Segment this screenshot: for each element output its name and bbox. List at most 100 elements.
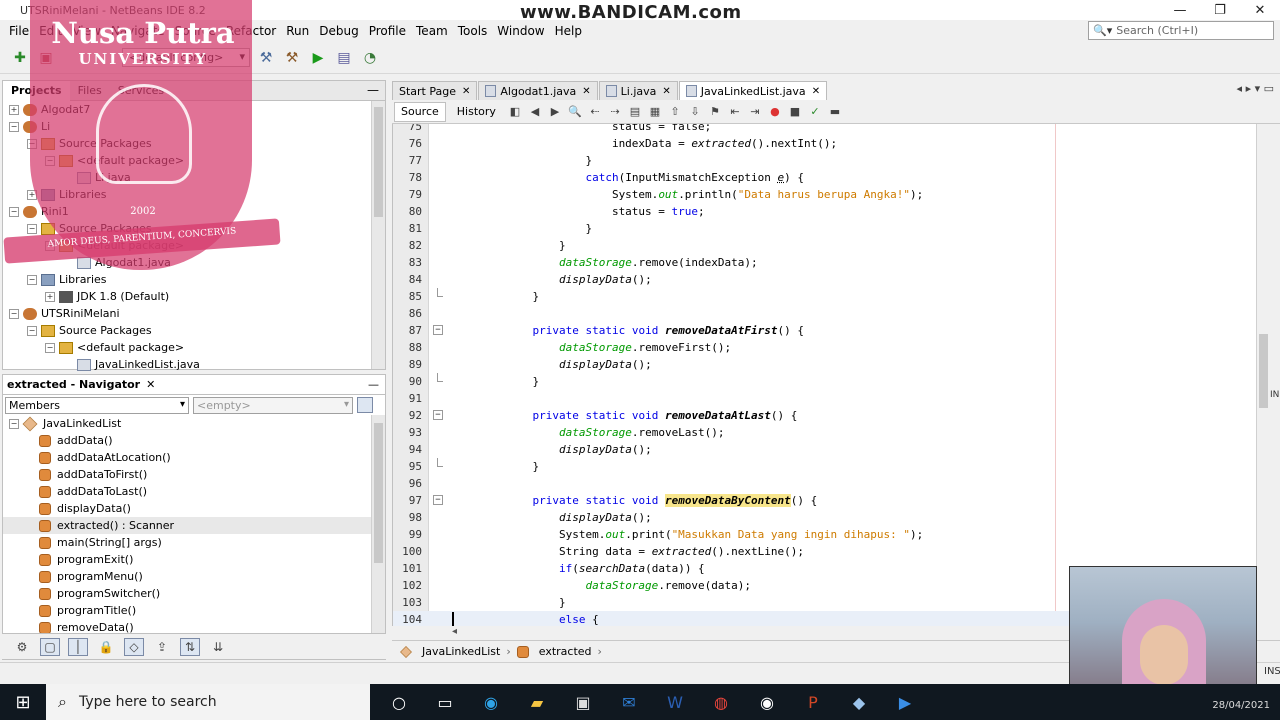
menu-team[interactable]: Team — [411, 24, 453, 38]
run-icon[interactable]: ▶ — [308, 48, 328, 68]
navigator-options-icon[interactable] — [357, 397, 373, 413]
breadcrumb-method[interactable]: extracted — [539, 645, 592, 658]
tree-item[interactable]: − <default package> — [3, 237, 385, 254]
collapse-icon[interactable]: − — [27, 274, 37, 285]
close-tab-icon[interactable]: ✕ — [662, 86, 670, 97]
maximize-button[interactable]: ❐ — [1200, 0, 1240, 20]
navigator-member[interactable]: extracted() : Scanner — [3, 517, 385, 534]
navigator-scrollbar[interactable] — [371, 415, 385, 633]
tab-start-page[interactable]: Start Page ✕ — [392, 81, 478, 100]
start-macro-icon[interactable]: ● — [767, 104, 783, 120]
minimize-button[interactable]: — — [1160, 0, 1200, 20]
next-bookmark-icon[interactable]: ⇩ — [687, 104, 703, 120]
menu-profile[interactable]: Profile — [364, 24, 411, 38]
code-line[interactable]: 78 catch(InputMismatchException e) { — [393, 169, 1266, 186]
mail-icon[interactable]: ✉ — [606, 684, 652, 720]
fold-toggle-icon[interactable]: − — [433, 495, 443, 505]
cortana-icon[interactable]: ○ — [376, 684, 422, 720]
tree-item[interactable]: − Libraries — [3, 271, 385, 288]
menu-view[interactable]: View — [67, 24, 105, 38]
code-line[interactable]: 97 − private static void removeDataByCont… — [393, 492, 1266, 509]
sort-by-source-icon[interactable]: ⇪ — [152, 638, 172, 656]
code-line[interactable]: 92 − private static void removeDataAtLast… — [393, 407, 1266, 424]
windows-start-icon[interactable]: ⊞ — [0, 684, 46, 720]
tree-item[interactable]: − UTSRiniMelani — [3, 305, 385, 322]
tab-projects[interactable]: Projects — [3, 80, 70, 101]
breadcrumb-class[interactable]: JavaLinkedList — [422, 645, 500, 658]
collapse-icon[interactable]: − — [27, 223, 37, 234]
menu-window[interactable]: Window — [492, 24, 549, 38]
code-line[interactable]: 98 displayData(); — [393, 509, 1266, 526]
code-line[interactable]: 79 System.out.println("Data harus berupa… — [393, 186, 1266, 203]
inherited-filter-icon[interactable]: │ — [68, 637, 88, 656]
navigator-member[interactable]: programTitle() — [3, 602, 385, 619]
collapse-icon[interactable]: − — [45, 240, 55, 251]
navigator-member[interactable]: programSwitcher() — [3, 585, 385, 602]
members-filter-icon[interactable]: ◇ — [124, 637, 144, 656]
collapse-icon[interactable]: − — [9, 206, 19, 217]
taskbar-search-input[interactable]: ⌕ Type here to search — [46, 684, 370, 720]
tree-item[interactable]: − <default package> — [3, 152, 385, 169]
tree-item[interactable]: − Source Packages — [3, 220, 385, 237]
last-edit-icon[interactable]: ◧ — [507, 104, 523, 120]
navigator-minimize-icon[interactable]: — — [368, 378, 379, 391]
code-line[interactable]: 88 dataStorage.removeFirst(); — [393, 339, 1266, 356]
navigator-member[interactable]: programMenu() — [3, 568, 385, 585]
close-tab-icon[interactable]: ✕ — [582, 86, 590, 97]
code-line[interactable]: 83 dataStorage.remove(indexData); — [393, 254, 1266, 271]
menu-source[interactable]: Source — [170, 24, 221, 38]
tree-item[interactable]: − <default package> — [3, 339, 385, 356]
edge-icon[interactable]: ◉ — [468, 684, 514, 720]
code-line[interactable]: 96 — [393, 475, 1266, 492]
clean-build-icon[interactable]: ⚒ — [282, 48, 302, 68]
code-line[interactable]: 99 System.out.print("Masukkan Data yang … — [393, 526, 1266, 543]
previous-bookmark-icon[interactable]: ⇧ — [667, 104, 683, 120]
fields-filter-icon[interactable]: ⚙ — [12, 638, 32, 656]
sort-alpha-icon[interactable]: ⇊ — [208, 638, 228, 656]
toggle-rect-select-icon[interactable]: ▦ — [647, 104, 663, 120]
close-button[interactable]: ✕ — [1240, 0, 1280, 20]
new-project-icon[interactable]: ▣ — [36, 48, 56, 68]
code-line[interactable]: 94 displayData(); — [393, 441, 1266, 458]
store-icon[interactable]: ▣ — [560, 684, 606, 720]
code-line[interactable]: 85 } — [393, 288, 1266, 305]
fold-toggle-icon[interactable]: − — [433, 410, 443, 420]
profile-icon[interactable]: ◔ — [360, 48, 380, 68]
navigator-member[interactable]: addDataAtLocation() — [3, 449, 385, 466]
tree-item[interactable]: Li.java — [3, 169, 385, 186]
collapse-icon[interactable]: − — [9, 121, 19, 132]
powerpoint-icon[interactable]: P — [790, 684, 836, 720]
collapse-icon[interactable]: − — [9, 308, 19, 319]
expand-icon[interactable]: + — [9, 104, 19, 115]
toggle-bookmark-icon[interactable]: ⚑ — [707, 104, 723, 120]
word-icon[interactable]: W — [652, 684, 698, 720]
code-line[interactable]: 93 dataStorage.removeLast(); — [393, 424, 1266, 441]
file-explorer-icon[interactable]: ▰ — [514, 684, 560, 720]
expand-icon[interactable]: + — [27, 189, 37, 200]
code-editor[interactable]: 75 status = false; 76 indexData = extract… — [392, 124, 1266, 626]
source-view-button[interactable]: Source — [394, 101, 446, 122]
task-view-icon[interactable]: ▭ — [422, 684, 468, 720]
close-tab-icon[interactable]: ✕ — [462, 86, 470, 97]
code-line[interactable]: 87 − private static void removeDataAtFirs… — [393, 322, 1266, 339]
menu-edit[interactable]: Edit — [34, 24, 67, 38]
menu-refactor[interactable]: Refactor — [221, 24, 281, 38]
back-icon[interactable]: ◀ — [527, 104, 543, 120]
code-line[interactable]: 95 } — [393, 458, 1266, 475]
stop-macro-icon[interactable]: ■ — [787, 104, 803, 120]
history-view-button[interactable]: History — [449, 101, 503, 122]
code-line[interactable]: 82 } — [393, 237, 1266, 254]
uncomment-icon[interactable]: ▬ — [827, 104, 843, 120]
menu-debug[interactable]: Debug — [314, 24, 363, 38]
code-line[interactable]: 84 displayData(); — [393, 271, 1266, 288]
shift-left-icon[interactable]: ⇤ — [727, 104, 743, 120]
code-line[interactable]: 76 indexData = extracted().nextInt(); — [393, 135, 1266, 152]
menu-tools[interactable]: Tools — [453, 24, 493, 38]
tree-item[interactable]: − Source Packages — [3, 322, 385, 339]
collapse-icon[interactable]: − — [27, 138, 37, 149]
navigator-close-icon[interactable]: ✕ — [146, 378, 155, 391]
search-input[interactable]: 🔍▾ Search (Ctrl+I) — [1088, 21, 1274, 40]
projects-scrollbar[interactable] — [371, 101, 385, 369]
fold-toggle-icon[interactable]: − — [433, 325, 443, 335]
code-line[interactable]: 80 status = true; — [393, 203, 1266, 220]
